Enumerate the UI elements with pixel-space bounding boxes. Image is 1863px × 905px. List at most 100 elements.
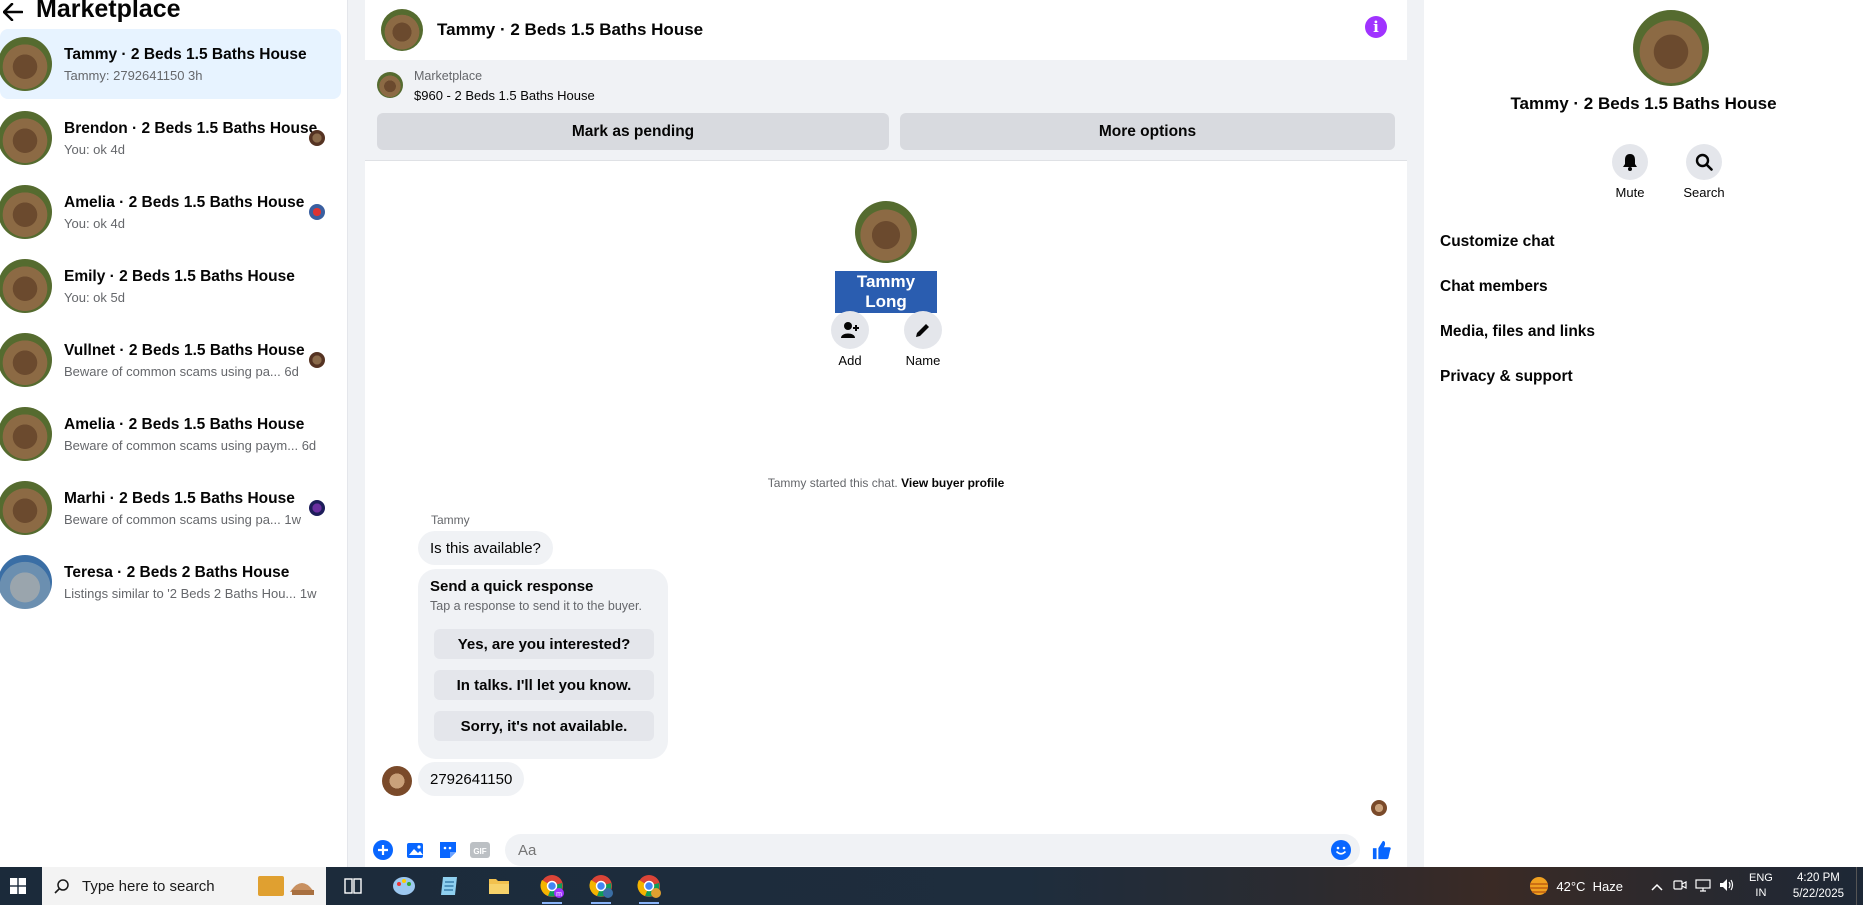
taskbar-search-box[interactable]: Type here to search <box>42 867 326 905</box>
edit-name-button[interactable] <box>904 311 942 349</box>
avatar <box>0 185 52 239</box>
quick-response-option[interactable]: In talks. I'll let you know. <box>434 670 654 700</box>
seen-avatar <box>1371 800 1387 816</box>
conversation-name: Brendon · 2 Beds 1.5 Baths House <box>64 119 318 137</box>
task-view-icon[interactable] <box>340 873 366 899</box>
avatar <box>0 111 52 165</box>
conversation-name: Marhi · 2 Beds 1.5 Baths House <box>64 489 295 507</box>
windows-taskbar: Type here to search m 42°C Haze ENG IN 4… <box>0 867 1863 905</box>
search-button[interactable] <box>1686 144 1722 180</box>
profile-avatar[interactable] <box>1633 10 1709 86</box>
conversation-preview: Beware of common scams using pa... 6d <box>64 363 299 379</box>
avatar[interactable] <box>381 9 423 51</box>
conversation-item[interactable]: Marhi · 2 Beds 1.5 Baths House Beware of… <box>0 473 341 543</box>
conversation-preview: Beware of common scams using paym... 6d <box>64 437 317 453</box>
privacy-support-item[interactable]: Privacy & support <box>1440 368 1573 386</box>
conversation-item[interactable]: Vullnet · 2 Beds 1.5 Baths House Beware … <box>0 325 341 395</box>
message-bubble[interactable]: 2792641150 <box>418 762 525 796</box>
conversation-item[interactable]: Emily · 2 Beds 1.5 Baths House You: ok 5… <box>0 251 341 321</box>
conversation-item[interactable]: Tammy · 2 Beds 1.5 Baths House Tammy: 27… <box>0 29 341 99</box>
region-code: IN <box>1755 887 1767 899</box>
conversation-preview: You: ok 5d <box>64 289 125 305</box>
chat-started-notice: Tammy started this chat. View buyer prof… <box>365 476 1407 490</box>
customize-chat-item[interactable]: Customize chat <box>1440 233 1555 251</box>
conversation-sidebar: Marketplace Tammy · 2 Beds 1.5 Baths Hou… <box>0 0 348 867</box>
plus-icon[interactable] <box>373 840 393 860</box>
language-code: ENG <box>1748 872 1773 884</box>
profile-avatar[interactable] <box>855 201 917 263</box>
conversation-item[interactable]: Amelia · 2 Beds 1.5 Baths House You: ok … <box>0 177 341 247</box>
conversation-item[interactable]: Brendon · 2 Beds 1.5 Baths House You: ok… <box>0 103 341 173</box>
conversation-preview: You: ok 4d <box>64 215 125 231</box>
paint-app-icon[interactable] <box>391 873 417 899</box>
avatar <box>0 555 52 609</box>
info-panel-title: Tammy · 2 Beds 1.5 Baths House <box>1510 94 1777 113</box>
show-desktop-button[interactable] <box>1856 867 1863 905</box>
mute-button[interactable] <box>1612 144 1648 180</box>
chrome-messenger-icon[interactable]: m <box>539 873 565 904</box>
media-files-links-item[interactable]: Media, files and links <box>1440 323 1595 341</box>
name-label: Name <box>905 353 941 368</box>
clock[interactable]: 4:20 PM 5/22/2025 <box>1793 870 1844 902</box>
pencil-icon <box>916 324 929 337</box>
weather-text[interactable]: 42°C Haze <box>1556 879 1623 894</box>
gif-icon[interactable]: GIF <box>470 840 490 860</box>
quick-response-option[interactable]: Sorry, it's not available. <box>434 711 654 741</box>
sidebar-title: Marketplace <box>36 0 181 23</box>
conversation-item[interactable]: Teresa · 2 Beds 2 Baths House Listings s… <box>0 547 341 617</box>
add-person-button[interactable] <box>831 311 869 349</box>
more-options-button[interactable]: More options <box>900 113 1395 150</box>
avatar <box>0 333 52 387</box>
taskbar-search-placeholder: Type here to search <box>82 877 215 895</box>
mark-as-pending-button[interactable]: Mark as pending <box>377 113 889 150</box>
clock-time: 4:20 PM <box>1797 872 1840 884</box>
seen-avatar <box>309 500 325 516</box>
conversation-name: Emily · 2 Beds 1.5 Baths House <box>64 267 295 285</box>
chat-panel: Tammy · 2 Beds 1.5 Baths House i Marketp… <box>365 0 1407 867</box>
system-tray: 42°C Haze ENG IN 4:20 PM 5/22/2025 <box>1528 867 1863 905</box>
conversation-preview: Listings similar to '2 Beds 2 Baths Hou.… <box>64 585 317 601</box>
chat-header: Tammy · 2 Beds 1.5 Baths House i <box>365 0 1407 61</box>
weather-haze-icon[interactable] <box>1528 875 1550 897</box>
message-input[interactable] <box>505 834 1360 866</box>
svg-text:GIF: GIF <box>473 847 486 856</box>
avatar <box>0 259 52 313</box>
photo-icon[interactable] <box>406 840 426 860</box>
sender-avatar[interactable] <box>382 766 412 796</box>
emoji-icon[interactable] <box>1331 840 1351 860</box>
back-arrow-icon[interactable] <box>0 0 26 24</box>
search-label: Search <box>1683 185 1725 200</box>
windows-start-icon[interactable] <box>0 867 36 905</box>
listing-title[interactable]: $960 - 2 Beds 1.5 Baths House <box>414 88 595 103</box>
chat-info-panel: Tammy · 2 Beds 1.5 Baths House Mute Sear… <box>1424 0 1863 867</box>
chat-title[interactable]: Tammy · 2 Beds 1.5 Baths House <box>437 20 703 40</box>
language-indicator[interactable]: ENG IN <box>1749 871 1773 901</box>
info-icon[interactable]: i <box>1365 16 1387 38</box>
view-buyer-profile-link[interactable]: View buyer profile <box>901 476 1004 490</box>
conversation-name: Teresa · 2 Beds 2 Baths House <box>64 563 290 581</box>
chrome-profile-icon[interactable] <box>636 873 662 904</box>
chevron-up-icon[interactable] <box>1651 879 1663 894</box>
conversation-item[interactable]: Amelia · 2 Beds 1.5 Baths House Beware o… <box>0 399 341 469</box>
file-explorer-icon[interactable] <box>486 873 512 899</box>
meet-now-icon[interactable] <box>1673 878 1687 895</box>
listing-category: Marketplace <box>414 69 483 83</box>
conversation-preview: You: ok 4d <box>64 141 125 157</box>
volume-icon[interactable] <box>1719 878 1735 895</box>
quick-response-option[interactable]: Yes, are you interested? <box>434 629 654 659</box>
notepad-app-icon[interactable] <box>437 873 463 899</box>
sticker-icon[interactable] <box>438 840 458 860</box>
conversation-preview: Tammy: 2792641150 3h <box>64 67 203 83</box>
avatar <box>0 407 52 461</box>
avatar <box>0 481 52 535</box>
chrome-profile-icon[interactable] <box>588 873 614 904</box>
listing-thumbnail[interactable] <box>377 72 403 98</box>
quick-response-subtitle: Tap a response to send it to the buyer. <box>430 599 642 613</box>
message-bubble[interactable]: Is this available? <box>418 531 553 565</box>
add-label: Add <box>838 353 862 368</box>
profile-name: Tammy Long <box>835 271 937 313</box>
like-icon[interactable] <box>1372 840 1392 860</box>
chat-members-item[interactable]: Chat members <box>1440 278 1548 296</box>
search-highlight-icon <box>258 876 314 896</box>
network-icon[interactable] <box>1695 878 1711 895</box>
